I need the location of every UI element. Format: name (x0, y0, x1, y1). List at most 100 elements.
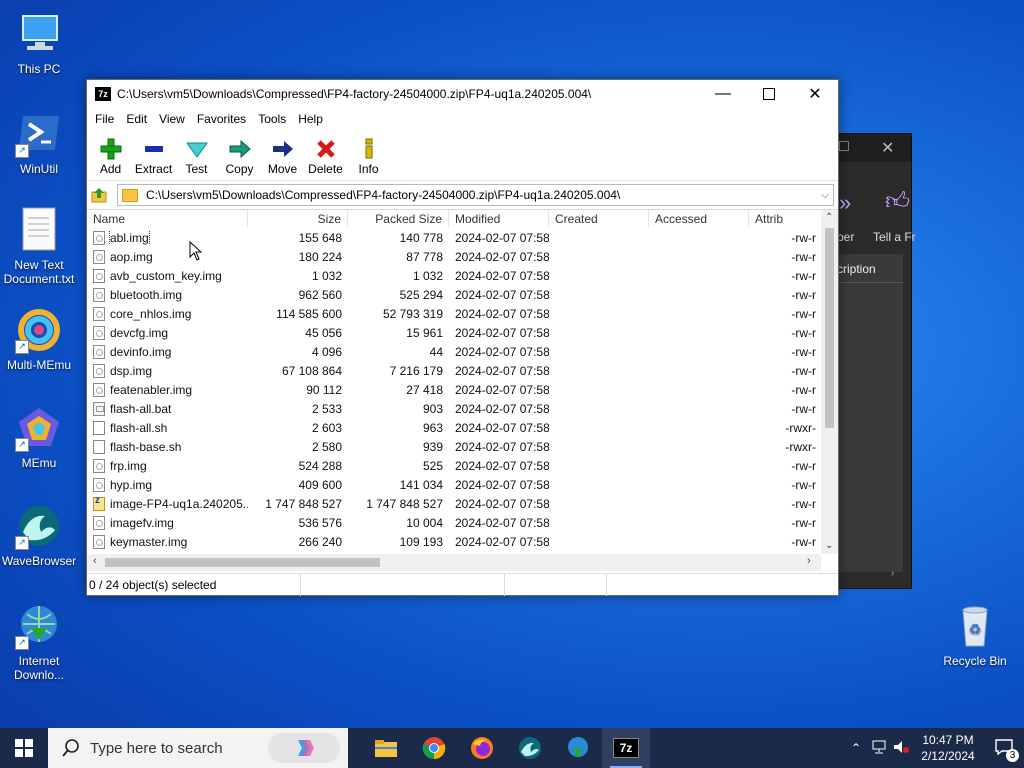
7zip-window[interactable]: 7z C:\Users\vm5\Downloads\Compressed\FP4… (86, 79, 839, 596)
taskbar-file-explorer[interactable] (362, 728, 410, 768)
column-header-size[interactable]: Size (248, 210, 348, 228)
table-row[interactable]: dsp.img 67 108 864 7 216 179 2024-02-07 07:… (87, 361, 838, 380)
start-button[interactable] (0, 728, 48, 768)
table-row[interactable]: keymaster.img 266 240 109 193 2024-02-07 07… (87, 532, 838, 551)
scrollbar-thumb[interactable] (105, 558, 380, 567)
window-titlebar[interactable]: 7z C:\Users\vm5\Downloads\Compressed\FP4… (87, 80, 838, 108)
menu-edit[interactable]: Edit (120, 112, 153, 126)
cell-modified: 2024-02-07 07:58 (455, 325, 549, 340)
column-header-name[interactable]: Name (87, 210, 248, 228)
scrollbar-thumb[interactable] (825, 228, 834, 428)
desktop-icon-label: Multi-MEmu (6, 358, 71, 372)
horizontal-scrollbar[interactable]: ‹ › (87, 554, 821, 571)
scroll-left-icon[interactable]: ‹ (93, 555, 97, 567)
taskbar-wavebrowser[interactable] (506, 728, 554, 768)
cell-packed-size: 109 193 (399, 534, 443, 549)
file-name: keymaster.img (110, 534, 188, 549)
menu-view[interactable]: View (153, 112, 191, 126)
background-window-titlebar: □ ✕ (837, 134, 911, 162)
menu-help[interactable]: Help (292, 112, 329, 126)
taskbar-firefox[interactable] (458, 728, 506, 768)
desktop-icon-new-text-document[interactable]: New Text Document.txt (0, 206, 79, 286)
table-row[interactable]: avb_custom_key.img 1 032 1 032 2024-02-07 0… (87, 266, 838, 285)
delete-button[interactable]: Delete (304, 136, 347, 180)
menu-favorites[interactable]: Favorites (191, 112, 252, 126)
info-button[interactable]: Info (347, 136, 390, 180)
scroll-down-icon[interactable]: ⌄ (825, 540, 833, 551)
x-icon (304, 136, 347, 162)
up-folder-button[interactable] (87, 184, 111, 206)
table-row[interactable]: frp.img 524 288 525 2024-02-07 07:58 -rw-r (87, 456, 838, 475)
table-row[interactable]: core_nhlos.img 114 585 600 52 793 319 2024-… (87, 304, 838, 323)
copy-button[interactable]: Copy (218, 136, 261, 180)
clock-time: 10:47 PM (922, 733, 974, 747)
network-icon[interactable] (868, 740, 890, 757)
image-file-icon (93, 306, 105, 321)
desktop-icon-memu[interactable]: ↗ MEmu (0, 404, 79, 470)
menu-file[interactable]: File (89, 112, 120, 126)
maximize-icon[interactable]: □ (839, 138, 849, 156)
move-label: Move (267, 162, 298, 176)
table-row[interactable]: bluetooth.img 962 560 525 294 2024-02-07 07… (87, 285, 838, 304)
memu-icon: ↗ (15, 404, 63, 452)
plus-icon (89, 136, 132, 162)
desktop-icon-this-pc[interactable]: This PC (0, 10, 79, 76)
cell-attributes: -rw-r (791, 325, 816, 340)
desktop-icon-winutil[interactable]: ↗ WinUtil (0, 110, 79, 176)
close-button[interactable]: ✕ (792, 80, 838, 108)
desktop-icon-label: Recycle Bin (943, 654, 1007, 668)
table-row[interactable]: flash-base.sh 2 580 939 2024-02-07 07:58 -rw… (87, 437, 838, 456)
table-row[interactable]: imagefv.img 536 576 10 004 2024-02-07 07:58… (87, 513, 838, 532)
taskbar-clock[interactable]: 10:47 PM 2/12/2024 (912, 732, 984, 764)
taskbar-chrome[interactable] (410, 728, 458, 768)
check-icon (175, 136, 218, 162)
table-row[interactable]: flash-all.sh 2 603 963 2024-02-07 07:58 -rwx… (87, 418, 838, 437)
column-header-created[interactable]: Created (549, 210, 649, 228)
copy-label: Copy (225, 162, 254, 176)
vertical-scrollbar[interactable]: ⌃ ⌄ (821, 210, 838, 554)
column-header-attributes[interactable]: Attrib (749, 210, 822, 228)
column-header-accessed[interactable]: Accessed (649, 210, 749, 228)
address-input[interactable]: C:\Users\vm5\Downloads\Compressed\FP4-fa… (117, 184, 834, 206)
move-button[interactable]: Move (261, 136, 304, 180)
scroll-up-icon[interactable]: ⌃ (825, 212, 833, 223)
maximize-button[interactable] (746, 80, 792, 108)
table-row[interactable]: image-FP4-uq1a.240205... 1 747 848 527 1 7… (87, 494, 838, 513)
scroll-right-icon[interactable]: › (807, 555, 811, 567)
minimize-button[interactable]: — (700, 80, 746, 108)
desktop-icon-wavebrowser[interactable]: ↗ WaveBrowser (0, 502, 79, 568)
volume-muted-icon[interactable] (890, 740, 912, 757)
cell-attributes: -rw-r (791, 230, 816, 245)
test-button[interactable]: Test (175, 136, 218, 180)
background-window[interactable]: □ ✕ » 👍︎ ber Tell a Fr cription › (836, 133, 916, 589)
desktop-icon-recycle-bin[interactable]: ♻ Recycle Bin (935, 602, 1015, 668)
table-row[interactable]: devinfo.img 4 096 44 2024-02-07 07:58 -rw-r (87, 342, 838, 361)
close-icon: ✕ (808, 86, 822, 103)
close-icon[interactable]: ✕ (881, 138, 894, 158)
table-row[interactable]: flash-all.bat 2 533 903 2024-02-07 07:58 -rw… (87, 399, 838, 418)
7zip-app-icon: 7z (95, 87, 111, 101)
table-row[interactable]: devcfg.img 45 056 15 961 2024-02-07 07:58 -r… (87, 323, 838, 342)
copilot-button[interactable] (268, 733, 340, 763)
column-header-packed-size[interactable]: Packed Size (348, 210, 449, 228)
chevron-down-icon[interactable]: ⌵ (821, 190, 829, 201)
status-bar: 0 / 24 object(s) selected (87, 573, 838, 596)
extract-button[interactable]: Extract (132, 136, 175, 180)
table-row[interactable]: featenabler.img 90 112 27 418 2024-02-07 07… (87, 380, 838, 399)
system-tray: ⌃ 10:47 PM 2/12/2024 3 (844, 728, 1024, 768)
cell-size: 114 585 600 (276, 306, 342, 321)
chevron-up-icon[interactable]: ⌃ (844, 741, 868, 755)
cell-packed-size: 1 747 848 527 (366, 496, 443, 511)
toolbar-partial-label: ber (837, 230, 855, 244)
taskbar-search-box[interactable]: Type here to search (48, 728, 348, 768)
scroll-right-icon[interactable]: › (891, 568, 894, 579)
taskbar-internet-download-manager[interactable] (554, 728, 602, 768)
desktop-icon-multi-memu[interactable]: ↗ Multi-MEmu (0, 306, 79, 372)
notification-center-button[interactable]: 3 (984, 738, 1024, 762)
menu-tools[interactable]: Tools (252, 112, 292, 126)
desktop-icon-internet-download[interactable]: ↗ Internet Downlo... (0, 602, 79, 682)
table-row[interactable]: hyp.img 409 600 141 034 2024-02-07 07:58 -rw… (87, 475, 838, 494)
add-button[interactable]: Add (89, 136, 132, 180)
taskbar-7zip[interactable]: 7z (602, 728, 650, 768)
column-header-modified[interactable]: Modified (449, 210, 549, 228)
